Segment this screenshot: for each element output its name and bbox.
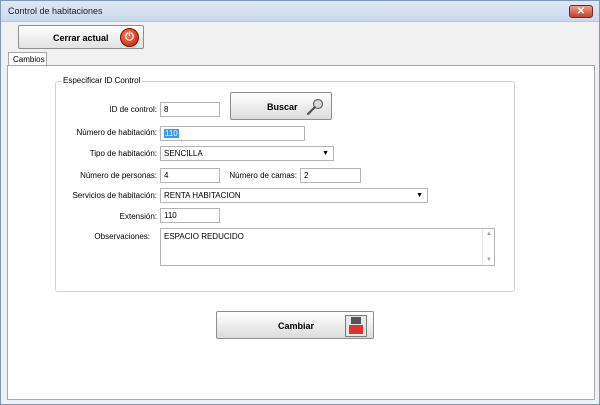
people-input[interactable]: 4 xyxy=(160,168,220,183)
change-button[interactable]: Cambiar xyxy=(216,311,374,339)
close-window-button[interactable]: ✕ xyxy=(569,5,593,18)
room-number-label: Número de habitación: xyxy=(76,128,158,137)
app-window: Control de habitaciones ✕ Cerrar actual … xyxy=(0,0,600,405)
group-legend: Especificar ID Control xyxy=(61,76,143,85)
search-button[interactable]: Buscar xyxy=(230,92,332,120)
people-label: Número de personas: xyxy=(80,171,157,180)
room-number-input[interactable]: 110 xyxy=(160,126,305,141)
close-current-button[interactable]: Cerrar actual ⏻ xyxy=(18,25,144,49)
close-current-label: Cerrar actual xyxy=(53,33,109,43)
notes-label: Observaciones: xyxy=(94,232,150,241)
id-control-input[interactable]: 8 xyxy=(160,102,220,117)
services-value: RENTA HABITACION xyxy=(164,191,241,200)
search-button-label: Buscar xyxy=(267,102,298,112)
room-type-select[interactable]: SENCILLA ▼ xyxy=(160,146,334,161)
window-title: Control de habitaciones xyxy=(8,6,103,16)
beds-label: Número de camas: xyxy=(229,171,297,180)
scroll-up-icon[interactable]: ▲ xyxy=(486,231,492,237)
notes-textarea[interactable]: ESPACIO REDUCIDO ▲ ▼ xyxy=(160,228,495,266)
beds-input[interactable]: 2 xyxy=(300,168,361,183)
chevron-down-icon: ▼ xyxy=(322,150,329,157)
id-control-label: ID de control: xyxy=(109,105,157,114)
notes-value: ESPACIO REDUCIDO xyxy=(164,232,244,241)
scroll-down-icon[interactable]: ▼ xyxy=(486,257,492,263)
change-button-label: Cambiar xyxy=(278,321,315,331)
search-icon xyxy=(306,98,324,116)
services-label: Servicios de habitación: xyxy=(72,191,158,200)
extension-label: Extensión: xyxy=(119,212,157,221)
extension-input[interactable]: 110 xyxy=(160,208,220,223)
power-icon: ⏻ xyxy=(120,28,139,47)
chevron-down-icon: ▼ xyxy=(416,192,423,199)
room-type-label: Tipo de habitación: xyxy=(89,149,157,158)
save-icon xyxy=(345,315,367,337)
room-type-value: SENCILLA xyxy=(164,149,203,158)
services-select[interactable]: RENTA HABITACION ▼ xyxy=(160,188,428,203)
tab-cambios[interactable]: Cambios xyxy=(8,52,47,66)
title-bar: Control de habitaciones ✕ xyxy=(1,1,599,22)
room-number-value: 110 xyxy=(164,129,179,138)
notes-scrollbar[interactable]: ▲ ▼ xyxy=(482,229,494,265)
